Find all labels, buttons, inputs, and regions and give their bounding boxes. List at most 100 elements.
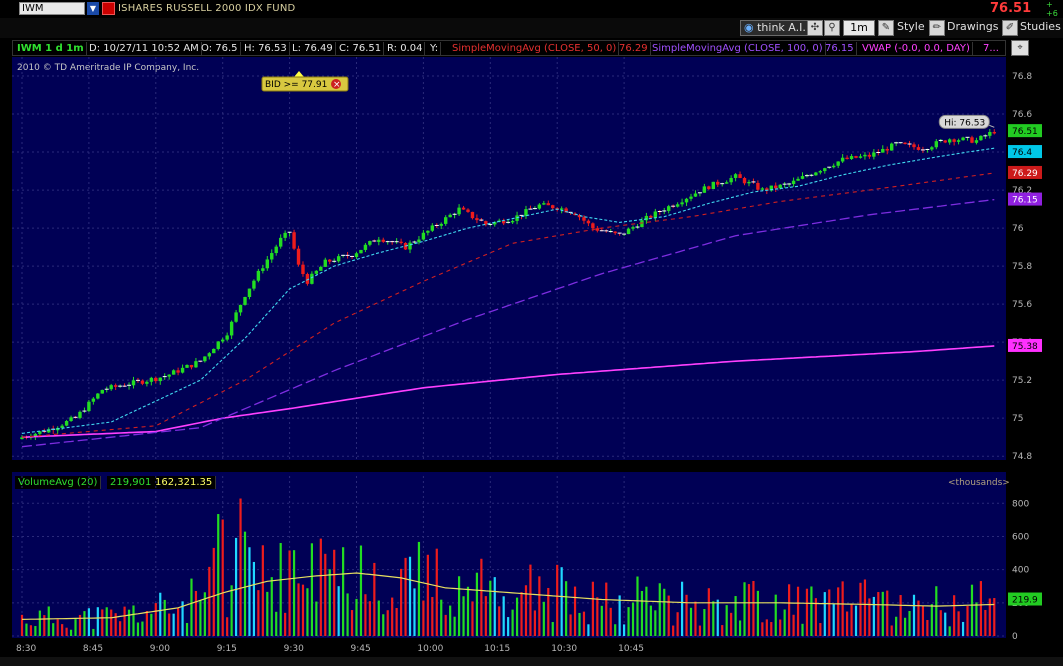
candle-down: [591, 223, 595, 229]
volume-bar: [342, 547, 345, 636]
volume-bar: [796, 586, 800, 636]
candle-down: [551, 205, 555, 209]
candle-up: [69, 417, 73, 422]
candle-up: [849, 156, 854, 160]
volume-bar: [391, 597, 394, 636]
volume-bar: [609, 607, 612, 636]
volume-bar: [324, 553, 327, 636]
candle-up: [796, 178, 800, 181]
volume-bar: [926, 619, 929, 636]
volume-bar: [270, 577, 273, 636]
volume-bar: [190, 578, 193, 636]
volume-bar: [52, 623, 55, 636]
candle-up: [194, 361, 198, 368]
volume-bar: [520, 592, 523, 636]
candle-up: [203, 356, 207, 362]
volume-bar: [431, 597, 434, 636]
volume-bar: [890, 625, 893, 636]
vwap-line: [21, 345, 995, 438]
volume-bar: [944, 612, 947, 636]
candle-down: [970, 137, 974, 143]
candle-down: [649, 215, 653, 218]
price-tag-text: 76.4: [1012, 148, 1032, 158]
volume-bar: [770, 622, 773, 636]
volume-bar: [730, 612, 733, 636]
volume-bar: [43, 615, 46, 636]
hi-label-leader: [989, 124, 995, 128]
candle-down: [140, 380, 145, 384]
volume-bar: [395, 607, 398, 636]
candle-up: [448, 214, 452, 218]
candle-up: [430, 225, 435, 231]
candle-down: [867, 154, 872, 157]
volume-bar: [993, 598, 996, 636]
volume-bar: [859, 582, 862, 636]
price-axis-label: 76.8: [1012, 72, 1032, 82]
volume-bar: [127, 609, 131, 636]
volume-bar: [417, 541, 421, 636]
volume-bar: [912, 594, 916, 636]
volume-bar: [828, 589, 831, 636]
candle-up: [684, 198, 689, 203]
volume-bar: [20, 614, 24, 636]
volume-bar: [217, 514, 220, 636]
candle-down: [296, 248, 301, 265]
candle-up: [836, 161, 840, 166]
volume-bar: [83, 611, 86, 636]
price-axis-label: 75.2: [1012, 376, 1032, 386]
volume-bar: [484, 596, 487, 636]
candle-up: [131, 380, 136, 386]
volume-bar: [337, 586, 340, 636]
candle-up: [323, 259, 327, 267]
volume-bar: [208, 566, 211, 636]
volume-bar: [163, 599, 166, 636]
chart-canvas: 74.87575.275.475.675.87676.276.476.676.8…: [12, 57, 1042, 654]
candle-up: [814, 172, 818, 176]
volume-bar: [292, 550, 296, 636]
bottom-scroll-bar[interactable]: [0, 657, 1063, 666]
candle-up: [261, 268, 265, 271]
volume-bar: [288, 550, 291, 636]
volume-bar: [444, 614, 447, 636]
volume-bar: [168, 613, 171, 636]
volume-bar: [377, 600, 380, 636]
volume-bar: [230, 585, 233, 636]
volume-bar: [672, 625, 675, 636]
volume-bar: [627, 607, 630, 636]
volume-bar: [747, 584, 751, 636]
candle-up: [693, 193, 698, 197]
volume-bar: [756, 590, 759, 636]
volume-bar: [841, 581, 844, 636]
volume-bar: [279, 543, 282, 636]
candle-up: [542, 203, 546, 205]
volume-bar: [979, 581, 982, 636]
volume-bar: [792, 614, 795, 636]
price-axis-label: 76.6: [1012, 110, 1032, 120]
volume-bar: [136, 622, 140, 636]
alert-close-glyph: ×: [333, 80, 341, 90]
candle-up: [840, 157, 845, 162]
price-tag-text: 76.29: [1012, 169, 1038, 179]
time-axis-label: 9:30: [284, 644, 304, 654]
volume-bar: [355, 598, 358, 636]
volume-bar: [449, 605, 452, 636]
volume-bar: [573, 586, 577, 636]
candle-up: [91, 398, 96, 402]
candle-down: [707, 186, 711, 190]
volume-bar: [837, 587, 840, 636]
candle-up: [961, 137, 965, 141]
price-tag-text: 76.15: [1012, 196, 1038, 206]
volume-bar: [221, 519, 224, 636]
volume-bar: [350, 610, 354, 636]
candle-up: [626, 228, 631, 235]
volume-bar: [386, 610, 389, 636]
candle-up: [310, 273, 314, 284]
candle-up: [283, 232, 287, 238]
candle-down: [176, 370, 180, 373]
volume-bar: [966, 605, 969, 636]
volume-bar: [961, 621, 965, 636]
volume-bar: [489, 580, 492, 636]
volume-bar: [61, 624, 64, 636]
volume-bar: [685, 594, 688, 636]
candle-up: [711, 181, 715, 190]
